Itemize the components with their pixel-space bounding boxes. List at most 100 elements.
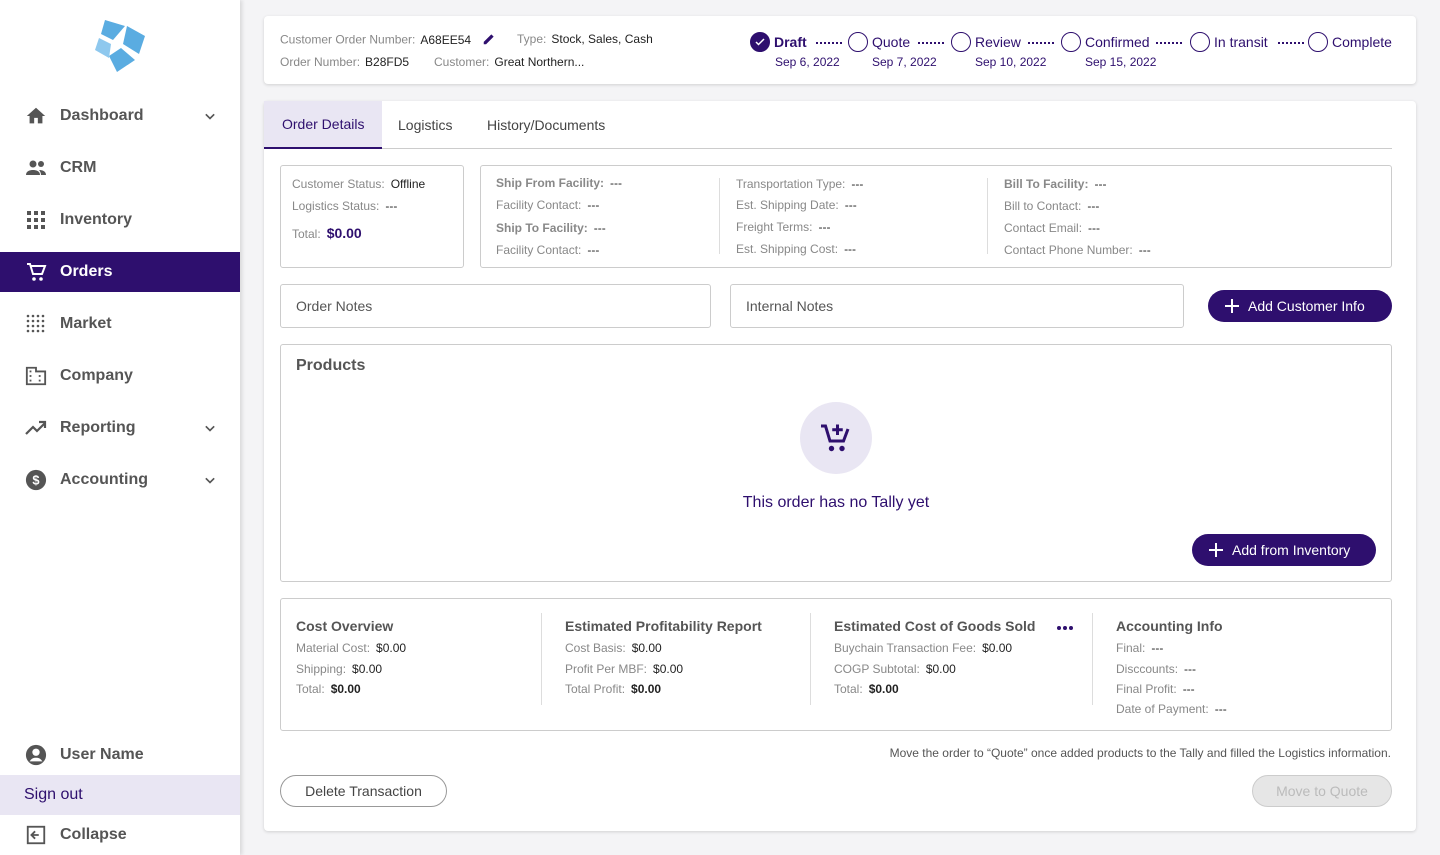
sidebar-item-label: Market	[60, 315, 112, 332]
contact-email: Contact Email: ---	[1004, 221, 1101, 235]
sidebar-item-label: Dashboard	[60, 107, 144, 124]
customer-order-number: Customer Order Number: A68EE54	[280, 32, 496, 49]
add-to-cart-icon	[800, 402, 872, 474]
tab-history-documents[interactable]: History/Documents	[469, 101, 623, 149]
products-title: Products	[296, 357, 366, 374]
sidebar-item-market[interactable]: Market	[0, 304, 240, 344]
step-review[interactable]: Review	[951, 32, 1021, 52]
user-name: User Name	[60, 746, 144, 763]
sidebar-item-label: Orders	[60, 263, 113, 280]
divider	[541, 613, 542, 705]
check-icon	[750, 32, 770, 52]
dollar-icon: $	[24, 468, 48, 492]
customer-status: Customer Status: Offline	[292, 177, 426, 191]
sidebar-item-company[interactable]: Company	[0, 356, 240, 396]
ship-to-facility: Ship To Facility: ---	[496, 221, 606, 235]
sidebar-item-reporting[interactable]: Reporting	[0, 408, 240, 448]
quote-hint-text: Move the order to “Quote” once added pro…	[889, 746, 1391, 760]
sidebar-item-label: CRM	[60, 159, 97, 176]
final-profit: Final Profit: ---	[1116, 682, 1195, 696]
bill-to-contact: Bill to Contact: ---	[1004, 199, 1100, 213]
svg-text:$: $	[32, 473, 39, 488]
sidebar-item-accounting[interactable]: $ Accounting	[0, 460, 240, 500]
sidebar: Dashboard CRM Inventory Orders Market Co…	[0, 0, 240, 855]
est-shipping-cost: Est. Shipping Cost: ---	[736, 242, 857, 256]
step-connector	[1156, 42, 1182, 44]
step-confirmed[interactable]: Confirmed	[1061, 32, 1150, 52]
date-of-payment: Date of Payment: ---	[1116, 702, 1227, 716]
tab-bar: Order Details Logistics History/Document…	[264, 101, 1392, 149]
step-quote[interactable]: Quote	[848, 32, 910, 52]
edit-pencil-icon[interactable]	[482, 32, 496, 49]
sign-out-link[interactable]: Sign out	[0, 775, 240, 815]
bill-to-facility: Bill To Facility: ---	[1004, 177, 1107, 191]
material-cost: Material Cost: $0.00	[296, 641, 407, 655]
tab-logistics[interactable]: Logistics	[380, 101, 470, 149]
user-menu[interactable]: User Name	[0, 735, 240, 775]
chevron-down-icon[interactable]	[200, 418, 220, 438]
sidebar-item-orders[interactable]: Orders	[0, 252, 240, 292]
add-customer-info-button[interactable]: Add Customer Info	[1208, 290, 1392, 322]
people-icon	[24, 156, 48, 180]
building-icon	[24, 364, 48, 388]
chevron-down-icon[interactable]	[200, 470, 220, 490]
sidebar-item-dashboard[interactable]: Dashboard	[0, 96, 240, 136]
order-number: Order Number: B28FD5	[280, 55, 410, 69]
sidebar-item-inventory[interactable]: Inventory	[0, 200, 240, 240]
cost-basis: Cost Basis: $0.00	[565, 641, 662, 655]
order-notes-field[interactable]: Order Notes	[280, 284, 711, 328]
divider	[719, 178, 720, 254]
logistics-summary-panel: Ship From Facility: --- Facility Contact:…	[480, 165, 1392, 268]
step-date: Sep 6, 2022	[775, 55, 840, 69]
sidebar-item-label: Company	[60, 367, 133, 384]
move-to-quote-button[interactable]: Move to Quote	[1252, 775, 1392, 807]
trending-icon	[24, 416, 48, 440]
cart-icon	[24, 260, 48, 284]
accounting-info-title: Accounting Info	[1116, 618, 1223, 634]
status-panel: Customer Status: Offline Logistics Status…	[280, 165, 464, 268]
logo-icon[interactable]	[91, 16, 149, 74]
step-draft[interactable]: Draft	[750, 32, 807, 52]
delete-transaction-button[interactable]: Delete Transaction	[280, 775, 447, 807]
freight-terms: Freight Terms: ---	[736, 220, 831, 234]
contact-phone: Contact Phone Number: ---	[1004, 243, 1151, 257]
order-header: Customer Order Number: A68EE54 Type: Stock…	[264, 16, 1416, 84]
total-profit: Total Profit: $0.00	[565, 682, 662, 696]
more-horizontal-icon[interactable]	[1056, 620, 1074, 638]
products-panel: Products This order has no Tally yet Add…	[280, 344, 1392, 582]
facility-contact: Facility Contact: ---	[496, 243, 600, 257]
final-amount: Final: ---	[1116, 641, 1164, 655]
collapse-icon	[24, 823, 48, 847]
step-in-transit[interactable]: In transit	[1190, 32, 1268, 52]
add-from-inventory-button[interactable]: Add from Inventory	[1192, 534, 1376, 566]
order-type: Type: Stock, Sales, Cash	[517, 32, 653, 46]
step-circle-icon	[1308, 32, 1328, 52]
plus-icon	[1207, 541, 1225, 559]
divider	[987, 178, 988, 254]
sidebar-item-label: Inventory	[60, 211, 133, 228]
cogp-subtotal: COGP Subtotal: $0.00	[834, 662, 956, 676]
tab-order-details[interactable]: Order Details	[264, 101, 383, 149]
step-connector	[816, 42, 842, 44]
step-circle-icon	[1061, 32, 1081, 52]
divider	[1092, 613, 1093, 705]
account-icon	[24, 743, 48, 767]
step-circle-icon	[951, 32, 971, 52]
step-complete[interactable]: Complete	[1308, 32, 1392, 52]
est-shipping-date: Est. Shipping Date: ---	[736, 198, 857, 212]
transaction-fee: Buychain Transaction Fee: $0.00	[834, 641, 1013, 655]
step-connector	[918, 42, 944, 44]
profitability-title: Estimated Profitability Report	[565, 618, 762, 634]
cogs-title: Estimated Cost of Goods Sold	[834, 618, 1036, 634]
chevron-down-icon[interactable]	[200, 106, 220, 126]
cogs-total: Total: $0.00	[834, 682, 899, 696]
transportation-type: Transportation Type: ---	[736, 177, 864, 191]
facility-contact: Facility Contact: ---	[496, 198, 600, 212]
internal-notes-field[interactable]: Internal Notes	[730, 284, 1184, 328]
order-details-card: Order Details Logistics History/Document…	[264, 101, 1416, 831]
collapse-button[interactable]: Collapse	[0, 815, 240, 855]
sidebar-item-crm[interactable]: CRM	[0, 148, 240, 188]
step-date: Sep 7, 2022	[872, 55, 937, 69]
customer-name: Customer: Great Northern...	[434, 55, 585, 69]
divider	[810, 613, 811, 705]
